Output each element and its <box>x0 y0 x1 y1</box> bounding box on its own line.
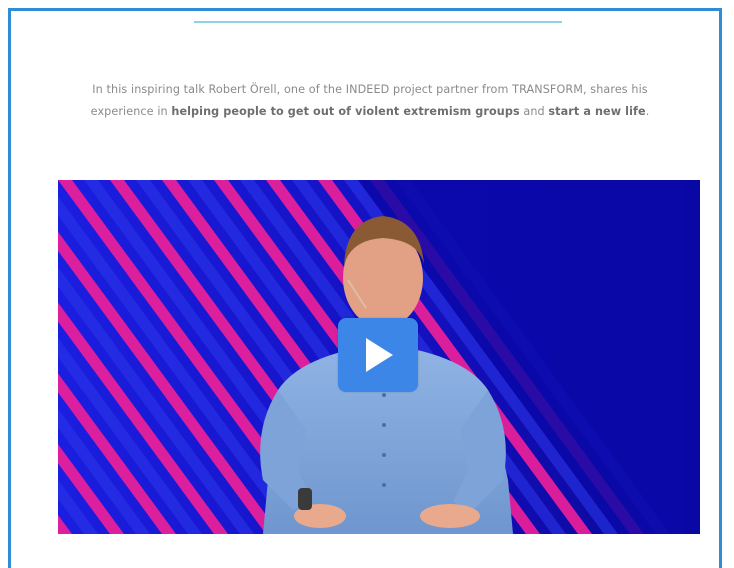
intro-text-2: and <box>519 105 549 119</box>
intro-bold-2: start a new life <box>548 105 646 119</box>
intro-text-3: . <box>645 105 650 119</box>
intro-paragraph: In this inspiring talk Robert Örell, one… <box>60 79 680 123</box>
play-icon <box>366 338 393 372</box>
intro-bold-1: helping people to get out of violent ext… <box>171 105 520 119</box>
top-divider <box>194 21 562 23</box>
play-button[interactable] <box>338 318 418 392</box>
